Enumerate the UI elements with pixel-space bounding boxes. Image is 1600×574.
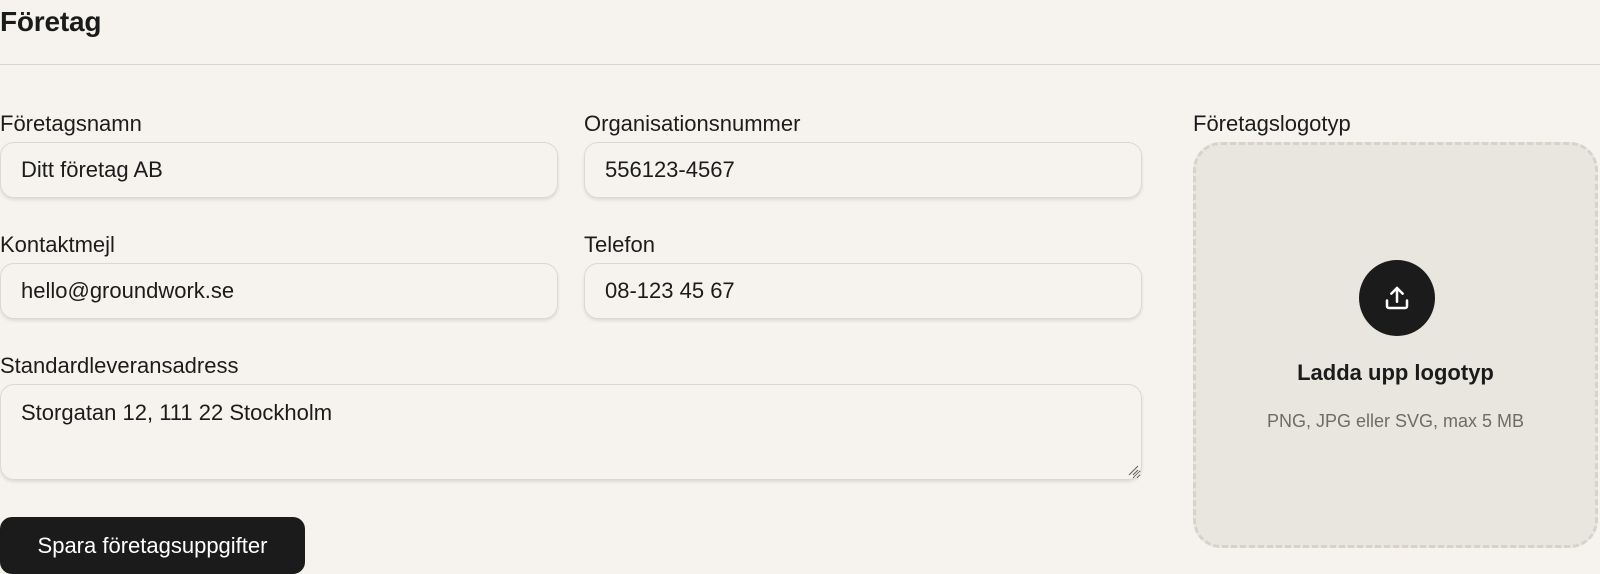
page-title: Företag xyxy=(0,6,102,37)
phone-label: Telefon xyxy=(584,232,655,257)
contact-email-label: Kontaktmejl xyxy=(0,232,115,257)
resize-handle-icon[interactable] xyxy=(1127,464,1139,476)
org-number-input[interactable] xyxy=(584,142,1142,198)
upload-title: Ladda upp logotyp xyxy=(1297,360,1494,385)
upload-hint: PNG, JPG eller SVG, max 5 MB xyxy=(1266,411,1525,431)
contact-email-input[interactable] xyxy=(0,263,558,319)
org-number-label: Organisationsnummer xyxy=(584,111,801,136)
company-name-label: Företagsnamn xyxy=(0,111,142,136)
logo-dropzone[interactable]: Ladda upp logotyp PNG, JPG eller SVG, ma… xyxy=(1193,142,1598,548)
save-company-button[interactable]: Spara företagsuppgifter xyxy=(0,517,305,574)
default-address-textarea[interactable]: Storgatan 12, 111 22 Stockholm xyxy=(0,384,1142,480)
header-divider xyxy=(0,64,1600,65)
upload-button[interactable] xyxy=(1359,260,1435,336)
default-address-label: Standardleveransadress xyxy=(0,353,239,378)
company-logo-label: Företagslogotyp xyxy=(1193,111,1351,136)
company-name-input[interactable] xyxy=(0,142,558,198)
upload-icon xyxy=(1385,286,1409,310)
phone-input[interactable] xyxy=(584,263,1142,319)
